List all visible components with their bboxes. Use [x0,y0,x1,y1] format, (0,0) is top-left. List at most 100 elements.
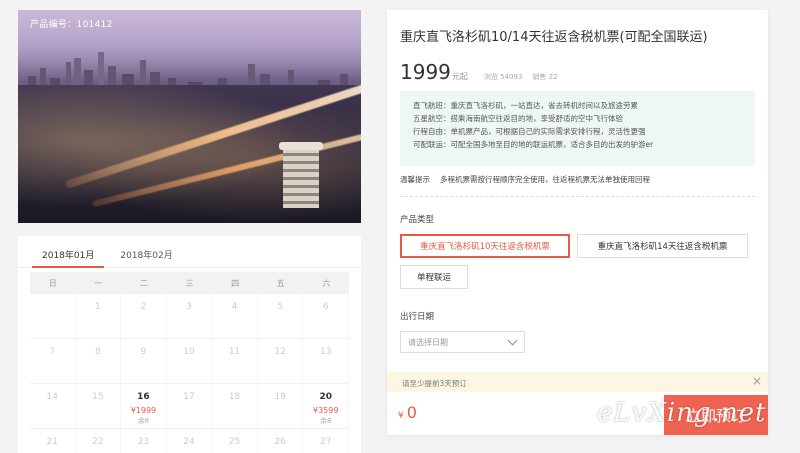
booking-panel: 重庆直飞洛杉矶10/14天往返含税机票(可配全国联运) 1999 元起 浏览 5… [387,10,768,435]
day-number: 9 [140,347,147,357]
calendar-day: 11 [212,339,258,384]
feature-item: 行程自由：单机票产品，可根据自己的实际需求安排行程，灵活性更强 [413,127,646,136]
feature-item: 五星航空：搭乘海南航空往返目的地，享受舒适的空中飞行体验 [413,114,623,123]
currency: ¥ [398,411,404,421]
product-photo: 产品编号：101412 [18,10,361,223]
calendar-day: 18 [212,384,258,429]
day-number: 12 [274,347,286,357]
advance-tip: 请至少提前3天预订 × [387,372,768,392]
day-stock: 余8 [319,417,332,425]
calendar-day: 6 [303,294,349,339]
day-number: 1 [94,302,101,312]
weekday: 五 [276,278,285,288]
weekday: 三 [185,278,194,288]
calendar-day: 25 [212,429,258,453]
day-price: ¥1999 [130,406,157,415]
calendar-day: 3 [166,294,213,339]
calendar-day: 15 [75,384,122,429]
day-number: 2 [140,302,147,312]
weekday-header: 日 一 二 三 四 五 六 [30,272,349,294]
calendar-day[interactable]: 20 ¥3599 余8 [303,384,349,429]
day-number: 27 [319,437,332,447]
day-number: 21 [46,437,58,447]
price-row: 1999 元起 浏览 54093 销售 22 [400,60,558,84]
calendar-day: 22 [76,429,122,453]
tip-text: 请至少提前3天预订 [402,379,467,388]
calendar-day: 5 [257,294,304,339]
departure-calendar: 2018年01月 2018年02月 日 一 二 三 四 五 六 12345678… [18,236,361,453]
view-count: 浏览 54093 [483,73,523,81]
day-number: 23 [137,437,150,447]
month-tabs: 2018年01月 2018年02月 [18,236,361,268]
day-number: 20 [319,392,332,402]
day-number: 24 [183,437,195,447]
calendar-day: 12 [257,339,304,384]
book-now-button[interactable]: 立即预订 [664,395,768,435]
day-number: 18 [228,392,241,402]
calendar-day: 9 [121,339,167,384]
divider [400,196,755,197]
calendar-day: 24 [167,429,213,453]
product-title: 重庆直飞洛杉矶10/14天往返含税机票(可配全国联运) [400,30,708,45]
day-number: 4 [231,302,238,312]
close-icon[interactable]: × [752,374,762,388]
date-placeholder: 请选择日期 [408,337,448,347]
calendar-day: 21 [30,429,76,453]
tab-month-feb[interactable]: 2018年02月 [110,236,182,267]
feature-item: 可配联运：可配全国多地至目的地的联运机票，适合多目的出发的驴游er [413,140,654,149]
day-number: 3 [186,302,192,312]
day-number: 22 [92,437,104,447]
calendar-day[interactable]: 16 ¥1999 余8 [121,384,167,429]
total-price: ¥ 0 [398,403,417,422]
day-number: 26 [274,437,286,447]
day-number: 11 [228,347,241,357]
round-tower [279,142,323,208]
feature-item: 直飞航班：重庆直飞洛杉矶，一站直达，省去转机时间以及旅途劳累 [413,101,638,110]
calendar-day: 8 [75,339,122,384]
calendar-day: 10 [166,339,213,384]
day-number: 5 [277,302,283,312]
day-number: 7 [49,347,56,357]
notice-text: 多程机票需按行程顺序完全使用，往返程机票无法单独使用回程 [440,175,650,184]
calendar-day: 1 [75,294,122,339]
day-number: 17 [183,392,195,402]
product-type-label: 产品类型 [400,215,435,225]
notice: 温馨提示 多程机票需按行程顺序完全使用，往返程机票无法单独使用回程 [400,174,650,185]
day-number: 19 [274,392,286,402]
notice-label: 温馨提示 [400,175,430,184]
price: 1999 [400,60,451,84]
calendar-day [30,294,76,339]
calendar-day: 7 [30,339,76,384]
calendar-day: 4 [212,294,258,339]
calendar-grid: 1 2 3 4 5 6 7 8 9 10 11 12 13 14 15 16 ¥1999 余8 17 18 19 20 ¥3… [30,294,349,453]
calendar-day: 23 [121,429,167,453]
calendar-day: 2 [121,294,167,339]
calendar-day: 19 [257,384,304,429]
option-one-way[interactable]: 单程联运 [400,265,468,289]
day-number: 16 [137,392,150,402]
date-select[interactable]: 请选择日期 [400,331,525,353]
tab-month-jan[interactable]: 2018年01月 [32,236,105,268]
total-amount: 0 [406,403,417,422]
option-14-day[interactable]: 重庆直飞洛杉矶14天往返含税机票 [577,234,748,258]
day-number: 8 [94,347,101,357]
day-number: 15 [92,392,104,402]
day-price: ¥3599 [312,406,339,415]
calendar-day: 14 [30,384,76,429]
calendar-day: 17 [166,384,213,429]
day-number: 10 [183,347,195,357]
weekday: 六 [322,278,331,288]
feature-list: 直飞航班：重庆直飞洛杉矶，一站直达，省去转机时间以及旅途劳累 五星航空：搭乘海南… [400,91,755,166]
day-number: 14 [46,392,58,402]
calendar-day: 13 [303,339,349,384]
weekday: 四 [231,278,240,288]
day-number: 25 [228,437,241,447]
option-10-day[interactable]: 重庆直飞洛杉矶10天往返含税机票 [400,234,570,258]
day-stock: 余8 [137,417,150,425]
calendar-day: 27 [303,429,349,453]
day-number: 6 [322,302,329,312]
calendar-day: 26 [258,429,304,453]
weekday: 一 [94,278,103,288]
departure-label: 出行日期 [400,312,435,322]
weekday: 二 [139,278,148,288]
